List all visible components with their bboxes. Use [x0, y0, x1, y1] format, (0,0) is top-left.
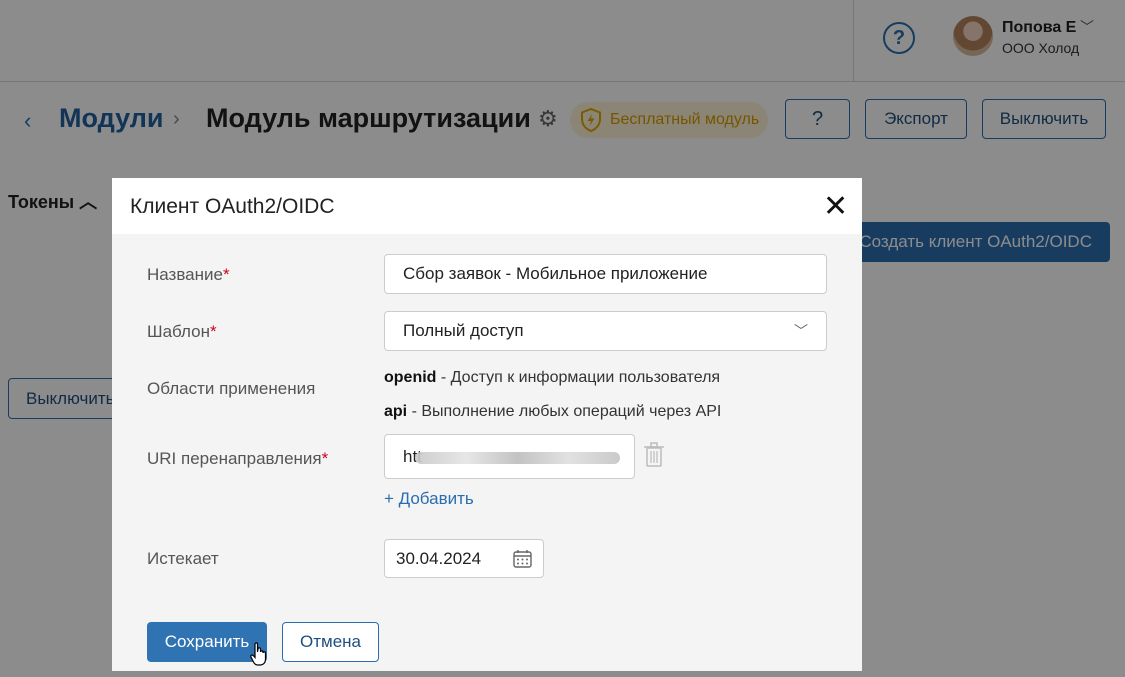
expires-label: Истекает	[147, 549, 219, 568]
hand-cursor-icon	[250, 642, 267, 666]
dialog-title: Клиент OAuth2/OIDC	[130, 195, 335, 218]
oauth-client-dialog: Клиент OAuth2/OIDC ✕ Название* Сбор заяв…	[112, 178, 862, 671]
trash-icon[interactable]	[643, 442, 665, 468]
template-label: Шаблон*	[147, 322, 217, 341]
calendar-icon[interactable]	[513, 549, 532, 568]
redirect-uri-input[interactable]: htt	[384, 434, 635, 479]
scope-item: openid - Доступ к информации пользовател…	[384, 369, 721, 386]
template-value: Полный доступ	[403, 321, 524, 340]
expires-date-input[interactable]: 30.04.2024	[384, 539, 544, 578]
scope-item: api - Выполнение любых операций через AP…	[384, 403, 722, 420]
dialog-body: Название* Сбор заявок - Мобильное прилож…	[112, 234, 862, 671]
expires-date-value: 30.04.2024	[396, 548, 482, 568]
name-input[interactable]: Сбор заявок - Мобильное приложение	[384, 254, 827, 294]
redirect-uri-label: URI перенаправления*	[147, 449, 329, 468]
chevron-down-icon: ﹀	[794, 323, 808, 339]
scopes-label: Области применения	[147, 379, 316, 398]
save-button[interactable]: Сохранить	[147, 622, 267, 662]
add-uri-link[interactable]: + Добавить	[384, 489, 474, 509]
template-select[interactable]: Полный доступ ﹀	[384, 311, 827, 351]
close-icon[interactable]: ✕	[823, 192, 848, 222]
name-label: Название*	[147, 265, 230, 284]
redacted-text	[415, 452, 620, 464]
cancel-button[interactable]: Отмена	[282, 622, 379, 662]
